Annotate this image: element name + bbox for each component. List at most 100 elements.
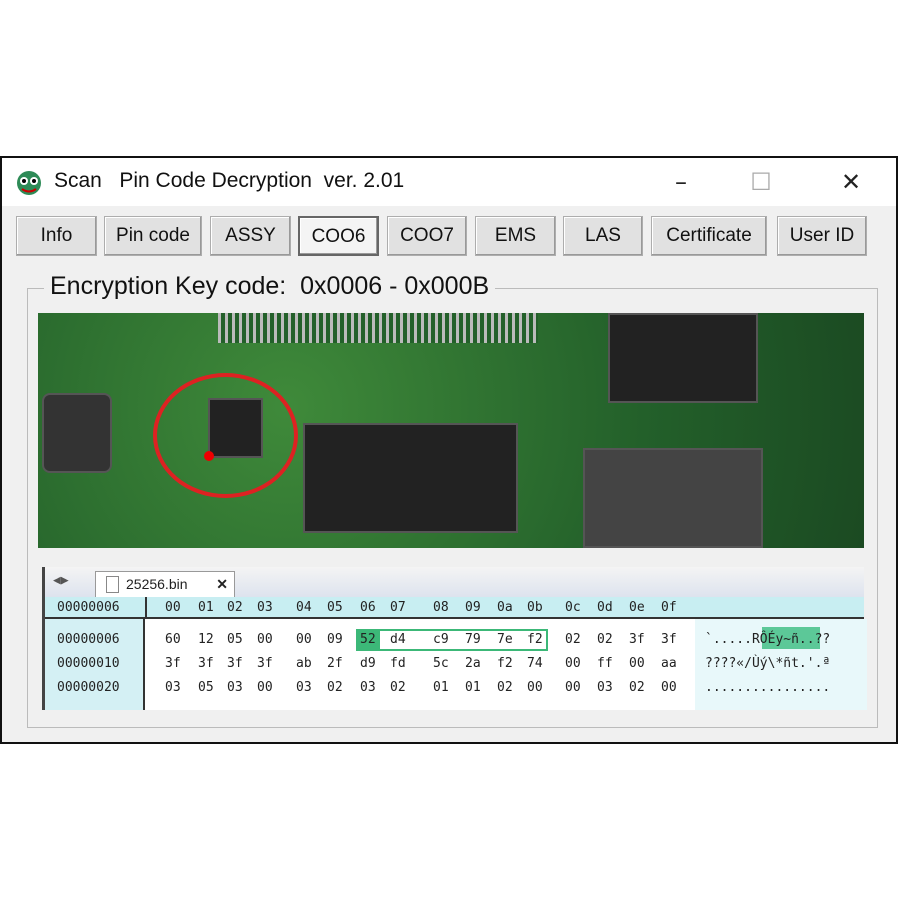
- hex-byte[interactable]: 3f: [165, 656, 181, 671]
- hex-byte[interactable]: 02: [390, 680, 406, 695]
- hex-byte[interactable]: 01: [433, 680, 449, 695]
- hex-byte[interactable]: 09: [327, 632, 343, 647]
- tab-coo6[interactable]: COO6: [298, 216, 379, 256]
- hex-byte[interactable]: 05: [198, 680, 214, 695]
- hex-byte[interactable]: 3f: [227, 656, 243, 671]
- minimize-button[interactable]: –: [658, 162, 704, 202]
- hex-byte[interactable]: 3f: [629, 632, 645, 647]
- header-col: 06: [360, 600, 376, 615]
- hex-byte[interactable]: 03: [227, 680, 243, 695]
- maximize-button[interactable]: ☐: [738, 162, 784, 202]
- hex-byte[interactable]: 5c: [433, 656, 449, 671]
- tab-coo7[interactable]: COO7: [387, 216, 467, 256]
- hex-byte[interactable]: 00: [257, 632, 273, 647]
- processor-chip: [583, 448, 763, 548]
- tab-info[interactable]: Info: [16, 216, 97, 256]
- tab-nav-arrows-icon[interactable]: ◀▶: [53, 573, 69, 588]
- hex-byte[interactable]: f2: [497, 656, 513, 671]
- hex-byte[interactable]: 00: [565, 656, 581, 671]
- app-logo-icon: [17, 171, 41, 195]
- tab-user-id[interactable]: User ID: [777, 216, 867, 256]
- close-button[interactable]: ✕: [828, 162, 874, 202]
- hex-byte[interactable]: 02: [565, 632, 581, 647]
- file-icon: [106, 576, 119, 593]
- hex-byte[interactable]: 03: [597, 680, 613, 695]
- file-tab[interactable]: 25256.bin ✕: [95, 571, 235, 597]
- pin1-marker: [204, 451, 214, 461]
- header-col: 07: [390, 600, 406, 615]
- hex-byte[interactable]: d9: [360, 656, 376, 671]
- pin-row: [218, 313, 538, 343]
- hex-byte[interactable]: 02: [629, 680, 645, 695]
- header-col: 02: [227, 600, 243, 615]
- row-ascii: `.....RÔÉy~ñ..??: [705, 632, 831, 647]
- hex-byte[interactable]: 00: [296, 632, 312, 647]
- hex-byte[interactable]: 00: [629, 656, 645, 671]
- hex-byte[interactable]: ff: [597, 656, 613, 671]
- hex-byte[interactable]: ab: [296, 656, 312, 671]
- hex-byte[interactable]: 7e: [497, 632, 513, 647]
- hex-byte[interactable]: 03: [360, 680, 376, 695]
- file-tab-label: 25256.bin: [126, 576, 188, 592]
- header-col: 00: [165, 600, 181, 615]
- file-tab-close-icon[interactable]: ✕: [216, 572, 228, 596]
- hex-byte[interactable]: 79: [465, 632, 481, 647]
- hex-byte[interactable]: 3f: [198, 656, 214, 671]
- hex-byte[interactable]: 2a: [465, 656, 481, 671]
- hex-byte[interactable]: 12: [198, 632, 214, 647]
- tab-pin-code[interactable]: Pin code: [104, 216, 202, 256]
- encryption-key-legend: Encryption Key code: 0x0006 - 0x000B: [44, 272, 496, 301]
- hex-byte[interactable]: 60: [165, 632, 181, 647]
- window-title: Scan Pin Code Decryption ver. 2.01: [54, 169, 405, 192]
- hex-byte[interactable]: 02: [327, 680, 343, 695]
- hex-byte[interactable]: 2f: [327, 656, 343, 671]
- selection-box: [356, 629, 548, 651]
- title-bar: Scan Pin Code Decryption ver. 2.01 – ☐ ✕: [2, 158, 896, 206]
- hex-byte[interactable]: d4: [390, 632, 406, 647]
- tab-assy[interactable]: ASSY: [210, 216, 291, 256]
- hex-byte[interactable]: 00: [527, 680, 543, 695]
- hex-byte[interactable]: aa: [661, 656, 677, 671]
- hex-byte[interactable]: 03: [165, 680, 181, 695]
- tab-certificate[interactable]: Certificate: [651, 216, 767, 256]
- hex-byte[interactable]: 02: [497, 680, 513, 695]
- hex-byte[interactable]: fd: [390, 656, 406, 671]
- hex-byte[interactable]: 00: [661, 680, 677, 695]
- app-window: Scan Pin Code Decryption ver. 2.01 – ☐ ✕…: [0, 156, 898, 744]
- header-col: 0f: [661, 600, 677, 615]
- row-address: 00000020: [57, 680, 120, 695]
- tab-ems[interactable]: EMS: [475, 216, 556, 256]
- header-col: 04: [296, 600, 312, 615]
- hex-byte[interactable]: 02: [597, 632, 613, 647]
- ic-chip: [303, 423, 518, 533]
- hex-viewer[interactable]: ◀▶ 25256.bin ✕ 00000006 00 01 02 03 04 05 06 07…: [42, 567, 867, 710]
- hex-byte[interactable]: 74: [527, 656, 543, 671]
- row-ascii: ????«/Ùý\*ñt.'.ª: [705, 656, 831, 671]
- hex-byte[interactable]: f2: [527, 632, 543, 647]
- row-address: 00000006: [57, 632, 120, 647]
- tab-las[interactable]: LAS: [563, 216, 643, 256]
- hex-byte[interactable]: 3f: [257, 656, 273, 671]
- header-col: 0a: [497, 600, 513, 615]
- hex-byte[interactable]: 00: [565, 680, 581, 695]
- pcb-image: [38, 313, 864, 548]
- mcu-chip: [608, 313, 758, 403]
- header-col: 09: [465, 600, 481, 615]
- highlight-circle: [153, 373, 298, 498]
- row-address: 00000010: [57, 656, 120, 671]
- hex-byte[interactable]: 52: [360, 632, 376, 647]
- header-col: 01: [198, 600, 214, 615]
- hex-byte[interactable]: c9: [433, 632, 449, 647]
- header-col: 0b: [527, 600, 543, 615]
- hex-header-row: 00000006 00 01 02 03 04 05 06 07 08 09 0a 0b 0c 0d 0e 0…: [45, 597, 864, 619]
- header-col: 03: [257, 600, 273, 615]
- hex-byte[interactable]: 01: [465, 680, 481, 695]
- hex-byte[interactable]: 03: [296, 680, 312, 695]
- header-col: 0e: [629, 600, 645, 615]
- hex-byte[interactable]: 3f: [661, 632, 677, 647]
- hex-byte[interactable]: 05: [227, 632, 243, 647]
- header-address: 00000006: [57, 600, 120, 615]
- hex-byte[interactable]: 00: [257, 680, 273, 695]
- header-col: 05: [327, 600, 343, 615]
- sensor-chip: [42, 393, 112, 473]
